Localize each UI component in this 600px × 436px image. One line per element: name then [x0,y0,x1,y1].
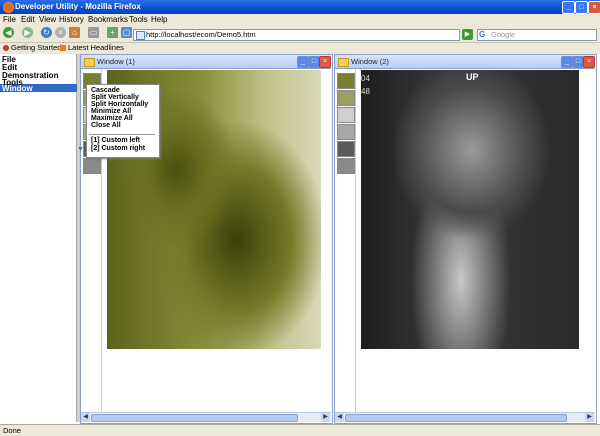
menu-item-cascade[interactable]: Cascade [91,87,120,94]
sidebar-item-window[interactable]: Window [2,84,33,93]
inner-window-2-title: Window (2) [351,57,389,66]
firefox-icon [3,2,14,13]
xray-up-label: UP [466,72,479,82]
thumbnail[interactable] [337,158,355,174]
forward-icon[interactable]: ▶ [22,27,33,38]
inner-window-2-titlebar[interactable]: Window (2) _ □ × [335,55,595,69]
menu-item-split-vertically[interactable]: Split Vertically [91,94,139,101]
menu-item-close-all[interactable]: Close All [91,122,121,129]
menu-item-minimize-all[interactable]: Minimize All [91,108,131,115]
inner-window-2-thumbnail-strip [335,69,356,412]
menu-tools[interactable]: Tools [129,15,148,24]
xray-digits: 04 [361,74,370,83]
print-icon[interactable]: ▭ [88,27,99,38]
scroll-thumb[interactable] [91,414,298,422]
scroll-thumb[interactable] [345,414,567,422]
bookmark-getting-started[interactable]: Getting Started [11,43,61,52]
scroll-right-icon[interactable]: ▶ [585,413,594,422]
inner-window-2-hscrollbar[interactable]: ◀ ▶ [335,412,595,422]
rss-icon [60,45,66,51]
window-menu-popup: Cascade Split Vertically Split Horizonta… [86,84,160,158]
thumbnail[interactable] [337,141,355,157]
menu-edit[interactable]: Edit [21,15,35,24]
scroll-right-icon[interactable]: ▶ [321,413,330,422]
xray-image-skull-lateral: UP 04 48 [361,70,579,349]
inner-window-1-close-button[interactable]: × [319,56,331,68]
menu-view[interactable]: View [39,15,56,24]
menu-bookmarks[interactable]: Bookmarks [88,15,128,24]
page-icon [136,31,145,40]
maximize-button[interactable]: □ [575,1,588,14]
thumbnail[interactable] [337,124,355,140]
search-engine-icon[interactable]: G [479,30,485,39]
menu-item-maximize-all[interactable]: Maximize All [91,115,133,122]
browser-titlebar: Developer Utility - Mozilla Firefox _ □ … [0,0,600,14]
go-button[interactable]: ▶ [462,29,473,40]
minimize-button[interactable]: _ [562,1,575,14]
inner-window-1-hscrollbar[interactable]: ◀ ▶ [81,412,331,422]
menubar: File Edit View History Bookmarks Tools H… [0,14,600,26]
reload-icon[interactable]: ↻ [41,27,52,38]
menu-item-split-horizontally[interactable]: Split Horizontally [91,101,148,108]
stop-icon[interactable]: × [55,27,66,38]
menu-item-custom-left[interactable]: [1] Custom left [91,137,140,144]
sidebar-menu [0,54,77,422]
menu-file[interactable]: File [3,15,16,24]
folder-icon [338,58,349,67]
menu-separator [89,134,155,135]
back-icon[interactable]: ◀ [3,27,14,38]
bookmark-page-icon[interactable]: + [107,27,118,38]
window-title: Developer Utility - Mozilla Firefox [15,2,141,11]
menu-history[interactable]: History [59,15,84,24]
url-text: http://localhost/ecom/Demo5.htm [146,30,256,39]
url-bar[interactable]: http://localhost/ecom/Demo5.htm [133,29,460,41]
scroll-left-icon[interactable]: ◀ [81,413,90,422]
thumbnail[interactable] [337,73,355,89]
folder-icon [84,58,95,67]
menu-help[interactable]: Help [151,15,167,24]
thumbnail[interactable] [337,90,355,106]
search-input[interactable]: G Google [477,29,597,41]
inner-window-1-titlebar[interactable]: Window (1) _ □ × [81,55,331,69]
getting-started-icon [3,45,9,51]
bookmark-latest-headlines[interactable]: Latest Headlines [68,43,124,52]
home-icon[interactable]: ⌂ [69,27,80,38]
xray-digits-2: 48 [361,87,370,96]
menu-item-custom-right[interactable]: [2] Custom right [91,145,145,152]
chevron-down-icon: ▼ [77,146,84,153]
close-button[interactable]: × [588,1,600,14]
inner-window-1-title: Window (1) [97,57,135,66]
thumbnail[interactable] [83,158,101,174]
scroll-left-icon[interactable]: ◀ [335,413,344,422]
inner-window-2-close-button[interactable]: × [583,56,595,68]
new-tab-icon[interactable]: ▢ [121,27,132,38]
thumbnail[interactable] [337,107,355,123]
status-bar: Done [0,424,600,436]
search-placeholder: Google [491,30,516,39]
status-text: Done [3,426,21,435]
